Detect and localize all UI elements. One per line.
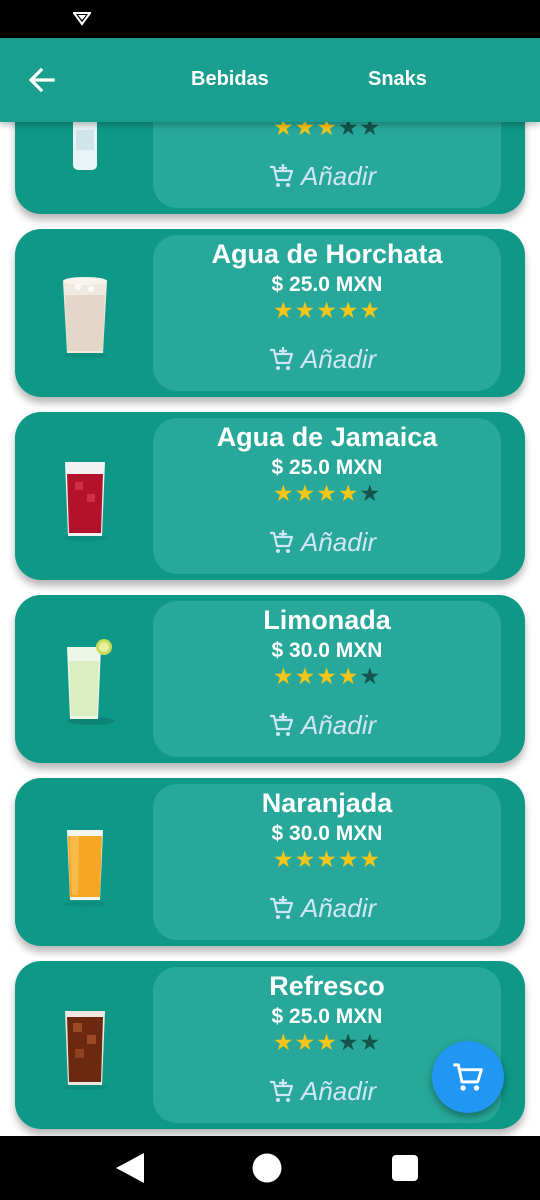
product-name: Naranjada (261, 788, 393, 818)
product-image-limonada (45, 617, 125, 737)
star-filled-icon: ★ (316, 846, 338, 872)
star-filled-icon: ★ (359, 846, 382, 872)
star-filled-icon: ★ (294, 663, 317, 689)
star-filled-icon: ★ (316, 663, 338, 689)
product-price: $ 25.0 MXN (271, 1005, 383, 1028)
star-filled-icon: ★ (337, 846, 360, 872)
star-empty-icon: ★ (337, 1029, 360, 1055)
star-filled-icon: ★ (294, 297, 317, 323)
system-nav-bar (0, 1136, 540, 1200)
rating-stars: ★★★★★ (153, 122, 501, 141)
add-to-cart-button[interactable]: Añadir (267, 890, 376, 926)
star-empty-icon: ★ (337, 122, 360, 140)
star-filled-icon: ★ (294, 846, 317, 872)
product-info: Agua de Jamaica $ 25.0 MXN ★★★★★ Añadir (153, 418, 501, 574)
add-shopping-cart-icon (270, 713, 294, 736)
star-filled-icon: ★ (316, 122, 338, 140)
add-shopping-cart-icon (270, 164, 294, 187)
star-filled-icon: ★ (272, 480, 295, 506)
star-empty-icon: ★ (359, 1029, 382, 1055)
add-shopping-cart-icon (270, 1079, 294, 1102)
add-label: Añadir (301, 892, 377, 923)
product-card: Limonada $ 30.0 MXN ★★★★★ Añadir (15, 595, 525, 763)
product-name: Agua de Horchata (211, 239, 443, 269)
app-bar: Bebidas Snaks (0, 38, 540, 122)
product-price: $ 30.0 MXN (271, 639, 383, 662)
status-bar (0, 0, 540, 38)
product-info: Agua de Horchata $ 25.0 MXN ★★★★★ Añadir (153, 235, 501, 391)
star-filled-icon: ★ (294, 480, 317, 506)
product-image-water-bottle (45, 122, 125, 188)
star-filled-icon: ★ (272, 846, 295, 872)
shopping-cart-icon (453, 1063, 483, 1091)
star-filled-icon: ★ (337, 297, 360, 323)
add-to-cart-button[interactable]: Añadir (267, 341, 376, 377)
add-label: Añadir (301, 1075, 377, 1106)
star-filled-icon: ★ (359, 297, 382, 323)
recents-square-icon[interactable] (391, 1154, 419, 1182)
star-filled-icon: ★ (316, 1029, 338, 1055)
rating-stars: ★★★★★ (153, 846, 501, 873)
signal-icon (73, 12, 91, 26)
add-shopping-cart-icon (270, 530, 294, 553)
star-filled-icon: ★ (272, 122, 295, 140)
star-filled-icon: ★ (272, 1029, 295, 1055)
star-filled-icon: ★ (337, 663, 360, 689)
product-image-horchata (45, 251, 125, 371)
product-name: Limonada (263, 605, 391, 635)
add-to-cart-button[interactable]: Añadir (267, 1073, 376, 1109)
rating-stars: ★★★★★ (153, 480, 501, 507)
product-card: Naranjada $ 30.0 MXN ★★★★★ Añadir (15, 778, 525, 946)
add-label: Añadir (301, 160, 377, 191)
product-price: $ 25.0 MXN (271, 273, 383, 296)
add-to-cart-button[interactable]: Añadir (267, 158, 376, 194)
add-to-cart-button[interactable]: Añadir (267, 524, 376, 560)
tab-snaks[interactable]: Snaks (368, 68, 427, 91)
product-image-jamaica (45, 434, 125, 554)
star-filled-icon: ★ (316, 480, 338, 506)
product-info: Naranjada $ 30.0 MXN ★★★★★ Añadir (153, 784, 501, 940)
product-name: Refresco (269, 971, 385, 1001)
rating-stars: ★★★★★ (153, 297, 501, 324)
back-button[interactable] (26, 64, 58, 96)
product-price: $ 30.0 MXN (271, 822, 383, 845)
product-info: ★★★★★ Añadir (153, 122, 501, 208)
tab-bebidas[interactable]: Bebidas (191, 68, 269, 91)
star-empty-icon: ★ (359, 480, 382, 506)
add-label: Añadir (301, 343, 377, 374)
star-empty-icon: ★ (359, 122, 382, 140)
star-filled-icon: ★ (294, 1029, 317, 1055)
product-card: Agua de Jamaica $ 25.0 MXN ★★★★★ Añadir (15, 412, 525, 580)
product-image-refresco (45, 983, 125, 1103)
star-filled-icon: ★ (294, 122, 317, 140)
product-card: ★★★★★ Añadir (15, 122, 525, 214)
star-filled-icon: ★ (272, 663, 295, 689)
product-image-naranjada (45, 800, 125, 920)
home-circle-icon[interactable] (251, 1152, 283, 1184)
product-card: Agua de Horchata $ 25.0 MXN ★★★★★ Añadir (15, 229, 525, 397)
arrow-back-icon (28, 67, 55, 93)
cart-fab-button[interactable] (432, 1041, 504, 1113)
back-triangle-icon[interactable] (114, 1151, 146, 1185)
add-label: Añadir (301, 709, 377, 740)
add-shopping-cart-icon (270, 896, 294, 919)
rating-stars: ★★★★★ (153, 663, 501, 690)
add-shopping-cart-icon (270, 347, 294, 370)
star-filled-icon: ★ (272, 297, 295, 323)
star-empty-icon: ★ (359, 663, 382, 689)
star-filled-icon: ★ (316, 297, 338, 323)
star-filled-icon: ★ (337, 480, 360, 506)
product-list[interactable]: ★★★★★ Añadir Agua de Horchata $ 25.0 MXN… (0, 122, 540, 1136)
product-price: $ 25.0 MXN (271, 456, 383, 479)
product-name: Agua de Jamaica (216, 422, 438, 452)
add-to-cart-button[interactable]: Añadir (267, 707, 376, 743)
product-info: Limonada $ 30.0 MXN ★★★★★ Añadir (153, 601, 501, 757)
add-label: Añadir (301, 526, 377, 557)
